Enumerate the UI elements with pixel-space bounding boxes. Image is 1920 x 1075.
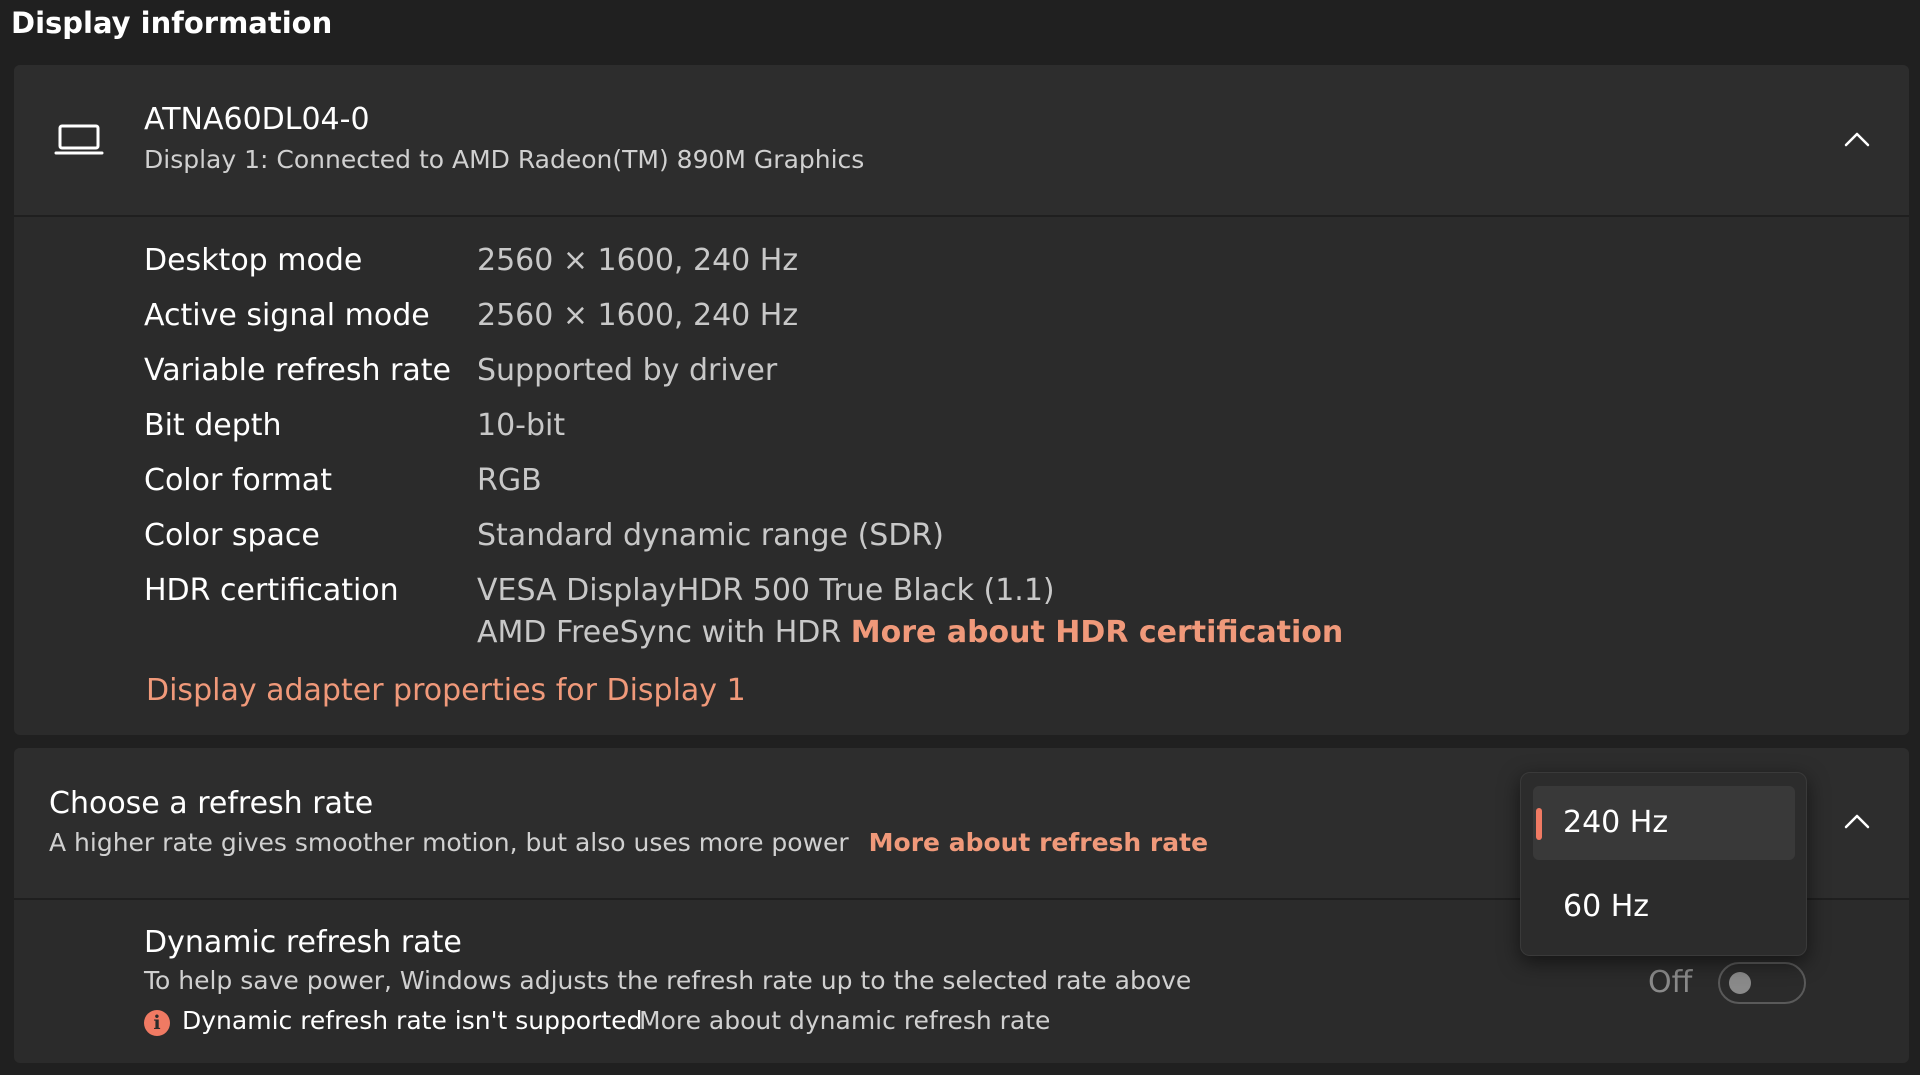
selected-indicator xyxy=(1536,808,1542,840)
info-label-color-format: Color format xyxy=(144,463,332,498)
display-settings-page: Display information ATNA60DL04-0 Display… xyxy=(0,0,1920,1075)
chevron-up-icon[interactable] xyxy=(1840,123,1874,157)
display-card: ATNA60DL04-0 Display 1: Connected to AMD… xyxy=(14,65,1909,735)
info-label-variable-refresh-rate: Variable refresh rate xyxy=(144,353,451,388)
info-value-hdr-certification: VESA DisplayHDR 500 True Black (1.1) xyxy=(477,573,1055,608)
refresh-rate-title: Choose a refresh rate xyxy=(49,786,374,821)
info-label-hdr-certification: HDR certification xyxy=(144,573,399,608)
refresh-rate-dropdown: 240 Hz 60 Hz xyxy=(1520,772,1807,956)
hdr-certification-link[interactable]: More about HDR certification xyxy=(851,615,1343,650)
info-value-color-format: RGB xyxy=(477,463,542,498)
chevron-up-icon[interactable] xyxy=(1840,805,1874,839)
refresh-rate-link[interactable]: More about refresh rate xyxy=(869,828,1208,857)
dropdown-option-label: 240 Hz xyxy=(1563,805,1669,840)
info-value-variable-refresh-rate: Supported by driver xyxy=(477,353,778,388)
dynamic-refresh-subtitle: To help save power, Windows adjusts the … xyxy=(144,966,1192,995)
section-title: Display information xyxy=(11,6,333,40)
divider xyxy=(14,215,1909,217)
dynamic-refresh-toggle[interactable] xyxy=(1718,962,1806,1004)
dropdown-option-label: 60 Hz xyxy=(1563,889,1650,924)
dynamic-refresh-title: Dynamic refresh rate xyxy=(144,925,462,960)
info-label-active-signal-mode: Active signal mode xyxy=(144,298,430,333)
info-value-bit-depth: 10-bit xyxy=(477,408,566,443)
monitor-name: ATNA60DL04-0 xyxy=(144,102,370,137)
info-warning-icon: i xyxy=(144,1010,170,1036)
refresh-rate-description: A higher rate gives smoother motion, but… xyxy=(49,828,1208,857)
info-value-color-space: Standard dynamic range (SDR) xyxy=(477,518,944,553)
display-adapter-properties-link[interactable]: Display adapter properties for Display 1 xyxy=(146,673,746,708)
dynamic-refresh-warning: Dynamic refresh rate isn't supported xyxy=(182,1006,643,1035)
info-label-bit-depth: Bit depth xyxy=(144,408,282,443)
toggle-knob xyxy=(1729,972,1751,994)
toggle-state-label: Off xyxy=(1648,965,1693,1000)
info-label-desktop-mode: Desktop mode xyxy=(144,243,363,278)
refresh-rate-subtitle: A higher rate gives smoother motion, but… xyxy=(49,828,849,857)
hdr-extra-line: AMD FreeSync with HDR More about HDR cer… xyxy=(477,615,1343,650)
info-label-color-space: Color space xyxy=(144,518,320,553)
hdr-freesync-text: AMD FreeSync with HDR xyxy=(477,615,842,650)
info-value-active-signal-mode: 2560 × 1600, 240 Hz xyxy=(477,298,799,333)
dropdown-option-240hz[interactable]: 240 Hz xyxy=(1533,786,1795,860)
laptop-icon xyxy=(54,124,104,155)
dropdown-option-60hz[interactable]: 60 Hz xyxy=(1533,870,1795,944)
dynamic-refresh-link[interactable]: More about dynamic refresh rate xyxy=(639,1006,1050,1035)
display-card-header[interactable]: ATNA60DL04-0 Display 1: Connected to AMD… xyxy=(14,65,1909,215)
info-value-desktop-mode: 2560 × 1600, 240 Hz xyxy=(477,243,799,278)
monitor-connection: Display 1: Connected to AMD Radeon(TM) 8… xyxy=(144,145,865,174)
